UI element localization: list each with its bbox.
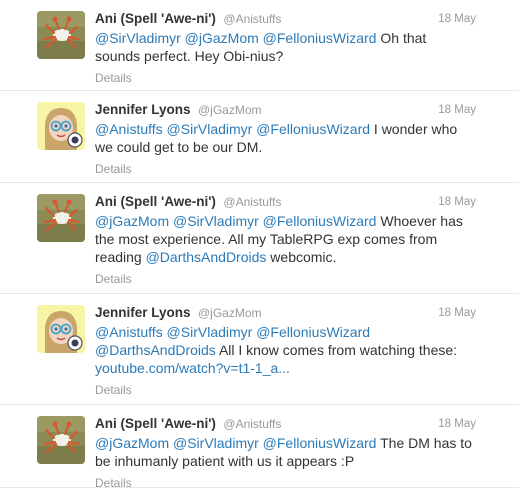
- tweet[interactable]: Ani (Spell 'Awe-ni') @Anistuffs 18 May @…: [0, 405, 519, 491]
- tweet-text: @jGazMom @SirVladimyr @FelloniusWizard T…: [95, 434, 475, 470]
- author-fullname[interactable]: Jennifer Lyons: [95, 305, 191, 320]
- crab-icon: [37, 416, 85, 464]
- avatar[interactable]: [37, 194, 85, 242]
- mention-link[interactable]: @DarthsAndDroids: [146, 249, 267, 265]
- tweet-timestamp[interactable]: 18 May: [438, 304, 476, 322]
- tweet-timestamp[interactable]: 18 May: [438, 10, 476, 28]
- tweet[interactable]: Jennifer Lyons @jGazMom 18 May @Anistuff…: [0, 91, 519, 183]
- avatar[interactable]: [37, 102, 85, 150]
- tweet-text: @SirVladimyr @jGazMom @FelloniusWizard O…: [95, 29, 475, 65]
- details-link[interactable]: Details: [95, 161, 509, 177]
- author-fullname[interactable]: Ani (Spell 'Awe-ni'): [95, 416, 216, 431]
- mention-link[interactable]: @jGazMom: [95, 435, 169, 451]
- mention-link[interactable]: @jGazMom: [185, 30, 259, 46]
- details-link[interactable]: Details: [95, 475, 509, 491]
- mention-link[interactable]: @Anistuffs: [95, 121, 163, 137]
- author-screenname[interactable]: @jGazMom: [198, 103, 262, 117]
- details-link[interactable]: Details: [95, 70, 509, 86]
- tweet-text: @Anistuffs @SirVladimyr @FelloniusWizard…: [95, 323, 475, 377]
- author-fullname[interactable]: Ani (Spell 'Awe-ni'): [95, 11, 216, 26]
- cartoon-girl-icon: [37, 102, 85, 150]
- author-screenname[interactable]: @Anistuffs: [223, 417, 281, 431]
- url-link[interactable]: youtube.com/watch?v=t1-1_a...: [95, 360, 290, 376]
- details-link[interactable]: Details: [95, 382, 509, 398]
- tweet[interactable]: Jennifer Lyons @jGazMom 18 May @Anistuff…: [0, 294, 519, 405]
- tweet-timestamp[interactable]: 18 May: [438, 101, 476, 119]
- author-fullname[interactable]: Ani (Spell 'Awe-ni'): [95, 194, 216, 209]
- cartoon-girl-icon: [37, 305, 85, 353]
- mention-link[interactable]: @FelloniusWizard: [263, 30, 377, 46]
- mention-link[interactable]: @SirVladimyr: [167, 121, 253, 137]
- tweet[interactable]: Ani (Spell 'Awe-ni') @Anistuffs 18 May @…: [0, 183, 519, 294]
- mention-link[interactable]: @DarthsAndDroids: [95, 342, 216, 358]
- crab-icon: [37, 11, 85, 59]
- mention-link[interactable]: @Anistuffs: [95, 324, 163, 340]
- tweet-text: @Anistuffs @SirVladimyr @FelloniusWizard…: [95, 120, 475, 156]
- mention-link[interactable]: @SirVladimyr: [95, 30, 181, 46]
- mention-link[interactable]: @SirVladimyr: [173, 435, 259, 451]
- tweet-timeline: Ani (Spell 'Awe-ni') @Anistuffs 18 May @…: [0, 0, 519, 491]
- tweet[interactable]: Ani (Spell 'Awe-ni') @Anistuffs 18 May @…: [0, 0, 519, 91]
- avatar[interactable]: [37, 416, 85, 464]
- mention-link[interactable]: @FelloniusWizard: [256, 324, 370, 340]
- avatar[interactable]: [37, 11, 85, 59]
- tweet-body: All I know comes from watching these:: [218, 342, 458, 358]
- tweet-timestamp[interactable]: 18 May: [438, 415, 476, 433]
- author-screenname[interactable]: @Anistuffs: [223, 12, 281, 26]
- mention-link[interactable]: @jGazMom: [95, 213, 169, 229]
- details-link[interactable]: Details: [95, 271, 509, 287]
- tweet-timestamp[interactable]: 18 May: [438, 193, 476, 211]
- author-screenname[interactable]: @jGazMom: [198, 306, 262, 320]
- mention-link[interactable]: @SirVladimyr: [167, 324, 253, 340]
- tweet-text: @jGazMom @SirVladimyr @FelloniusWizard W…: [95, 212, 475, 266]
- mention-link[interactable]: @SirVladimyr: [173, 213, 259, 229]
- mention-link[interactable]: @FelloniusWizard: [263, 435, 377, 451]
- avatar[interactable]: [37, 305, 85, 353]
- mention-link[interactable]: @FelloniusWizard: [256, 121, 370, 137]
- mention-link[interactable]: @FelloniusWizard: [263, 213, 377, 229]
- crab-icon: [37, 194, 85, 242]
- tweet-body-end: webcomic.: [270, 249, 337, 265]
- author-fullname[interactable]: Jennifer Lyons: [95, 102, 191, 117]
- author-screenname[interactable]: @Anistuffs: [223, 195, 281, 209]
